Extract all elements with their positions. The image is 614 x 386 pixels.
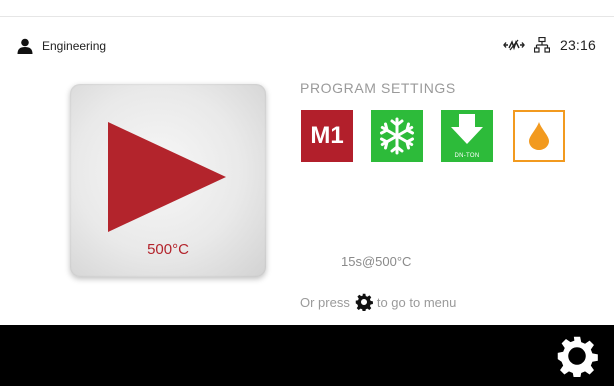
down-arrow-icon	[451, 114, 483, 144]
user-name: Engineering	[42, 39, 107, 53]
hint-text-after: to go to menu	[376, 294, 457, 310]
snowflake-icon	[380, 117, 414, 155]
m1-label: M1	[310, 122, 344, 149]
connection-icon	[503, 39, 525, 51]
program-settings-title: PROGRAM SETTINGS	[300, 80, 456, 96]
top-divider	[0, 16, 614, 17]
status-area: 23:16	[503, 37, 596, 53]
gear-icon	[355, 293, 373, 311]
gear-icon	[557, 336, 598, 379]
start-button[interactable]: 500°C	[70, 84, 266, 277]
humidity-button[interactable]	[513, 110, 565, 162]
down-ton-label: DN-TON	[454, 153, 480, 159]
bottom-bar	[0, 325, 614, 386]
clock-time: 23:16	[559, 37, 596, 53]
settings-button[interactable]	[556, 335, 598, 379]
user-icon	[17, 38, 33, 54]
user-info: Engineering	[17, 38, 106, 54]
cooling-button[interactable]	[371, 110, 423, 162]
network-icon	[533, 37, 550, 53]
hint-text-before: Or press	[300, 294, 350, 310]
drop-icon	[529, 122, 549, 150]
play-icon	[108, 122, 226, 232]
memory-m1-button[interactable]: M1	[301, 110, 353, 162]
start-temperature: 500°C	[147, 241, 189, 258]
down-ton-button[interactable]: DN-TON	[441, 110, 493, 162]
menu-hint: Or press to go to menu	[300, 293, 456, 311]
time-temperature: 15s@500°C	[341, 254, 412, 269]
